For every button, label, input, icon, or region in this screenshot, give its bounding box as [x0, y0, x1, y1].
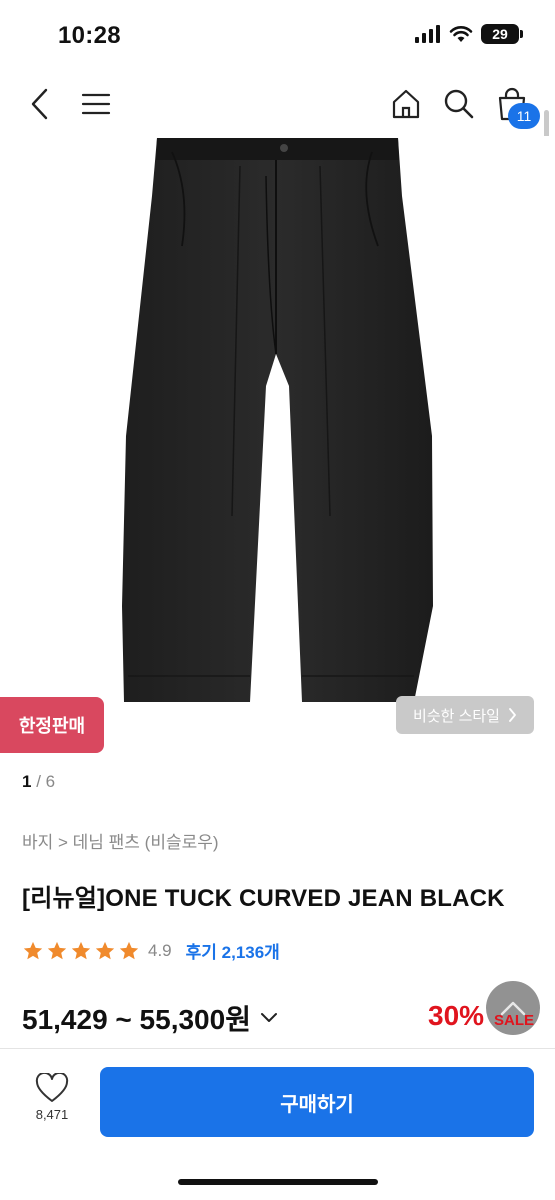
- wifi-icon: [449, 26, 473, 42]
- star-icon: [47, 941, 67, 959]
- star-icon: [71, 941, 91, 959]
- chevron-right-icon: [509, 708, 516, 722]
- sale-label: SALE: [494, 1012, 535, 1029]
- cellular-signal-icon: [415, 25, 440, 43]
- search-icon: [444, 89, 474, 119]
- pager-current: 1: [22, 772, 32, 791]
- search-button[interactable]: [437, 82, 481, 126]
- status-time: 10:28: [58, 22, 121, 49]
- cart-count-badge: 11: [508, 103, 540, 129]
- image-pager: 1 / 6: [22, 772, 55, 792]
- review-count-link[interactable]: 후기 2,136개: [186, 938, 280, 963]
- chevron-left-icon: [31, 88, 48, 120]
- bottom-action-bar: 8,471 구매하기: [0, 1048, 555, 1200]
- breadcrumb[interactable]: 바지 > 데님 팬츠 (비슬로우): [22, 828, 219, 853]
- similar-style-label: 비슷한 스타일: [413, 707, 500, 725]
- home-indicator: [178, 1179, 378, 1185]
- star-icon: [95, 941, 115, 959]
- product-title: [리뉴얼]ONE TUCK CURVED JEAN BLACK: [22, 885, 505, 912]
- battery-level: 29: [492, 26, 508, 42]
- home-icon: [392, 89, 420, 119]
- rating-value: 4.9: [148, 940, 172, 960]
- star-icon: [23, 941, 43, 959]
- pager-total: 6: [45, 772, 56, 791]
- star-rating: [22, 940, 140, 962]
- buy-button[interactable]: 구매하기: [100, 1067, 534, 1137]
- back-button[interactable]: [18, 82, 62, 126]
- hamburger-menu-icon: [81, 93, 111, 115]
- pants-image: [122, 138, 433, 702]
- status-icons: 29: [415, 24, 523, 44]
- price-row[interactable]: 51,429 ~ 55,300원: [22, 998, 279, 1038]
- nav-bar: [0, 72, 555, 136]
- similar-style-button[interactable]: 비슷한 스타일: [396, 696, 534, 734]
- price: 51,429 ~ 55,300원: [22, 1004, 251, 1035]
- status-bar: 10:28 29: [0, 0, 555, 72]
- limited-sale-badge: 한정판매: [0, 697, 104, 753]
- like-count: 8,471: [35, 1107, 69, 1122]
- chevron-down-icon: [260, 1013, 277, 1022]
- discount-rate: 30%: [428, 1000, 485, 1031]
- star-icon: [119, 941, 139, 959]
- heart-icon: [35, 1073, 69, 1102]
- product-image[interactable]: [0, 136, 555, 756]
- pager-separator: /: [36, 772, 41, 791]
- like-button[interactable]: 8,471: [22, 1073, 82, 1133]
- menu-button[interactable]: [74, 82, 118, 126]
- home-button[interactable]: [384, 82, 428, 126]
- battery-icon: 29: [481, 24, 523, 44]
- rating-row: 4.9 후기 2,136개: [22, 938, 280, 963]
